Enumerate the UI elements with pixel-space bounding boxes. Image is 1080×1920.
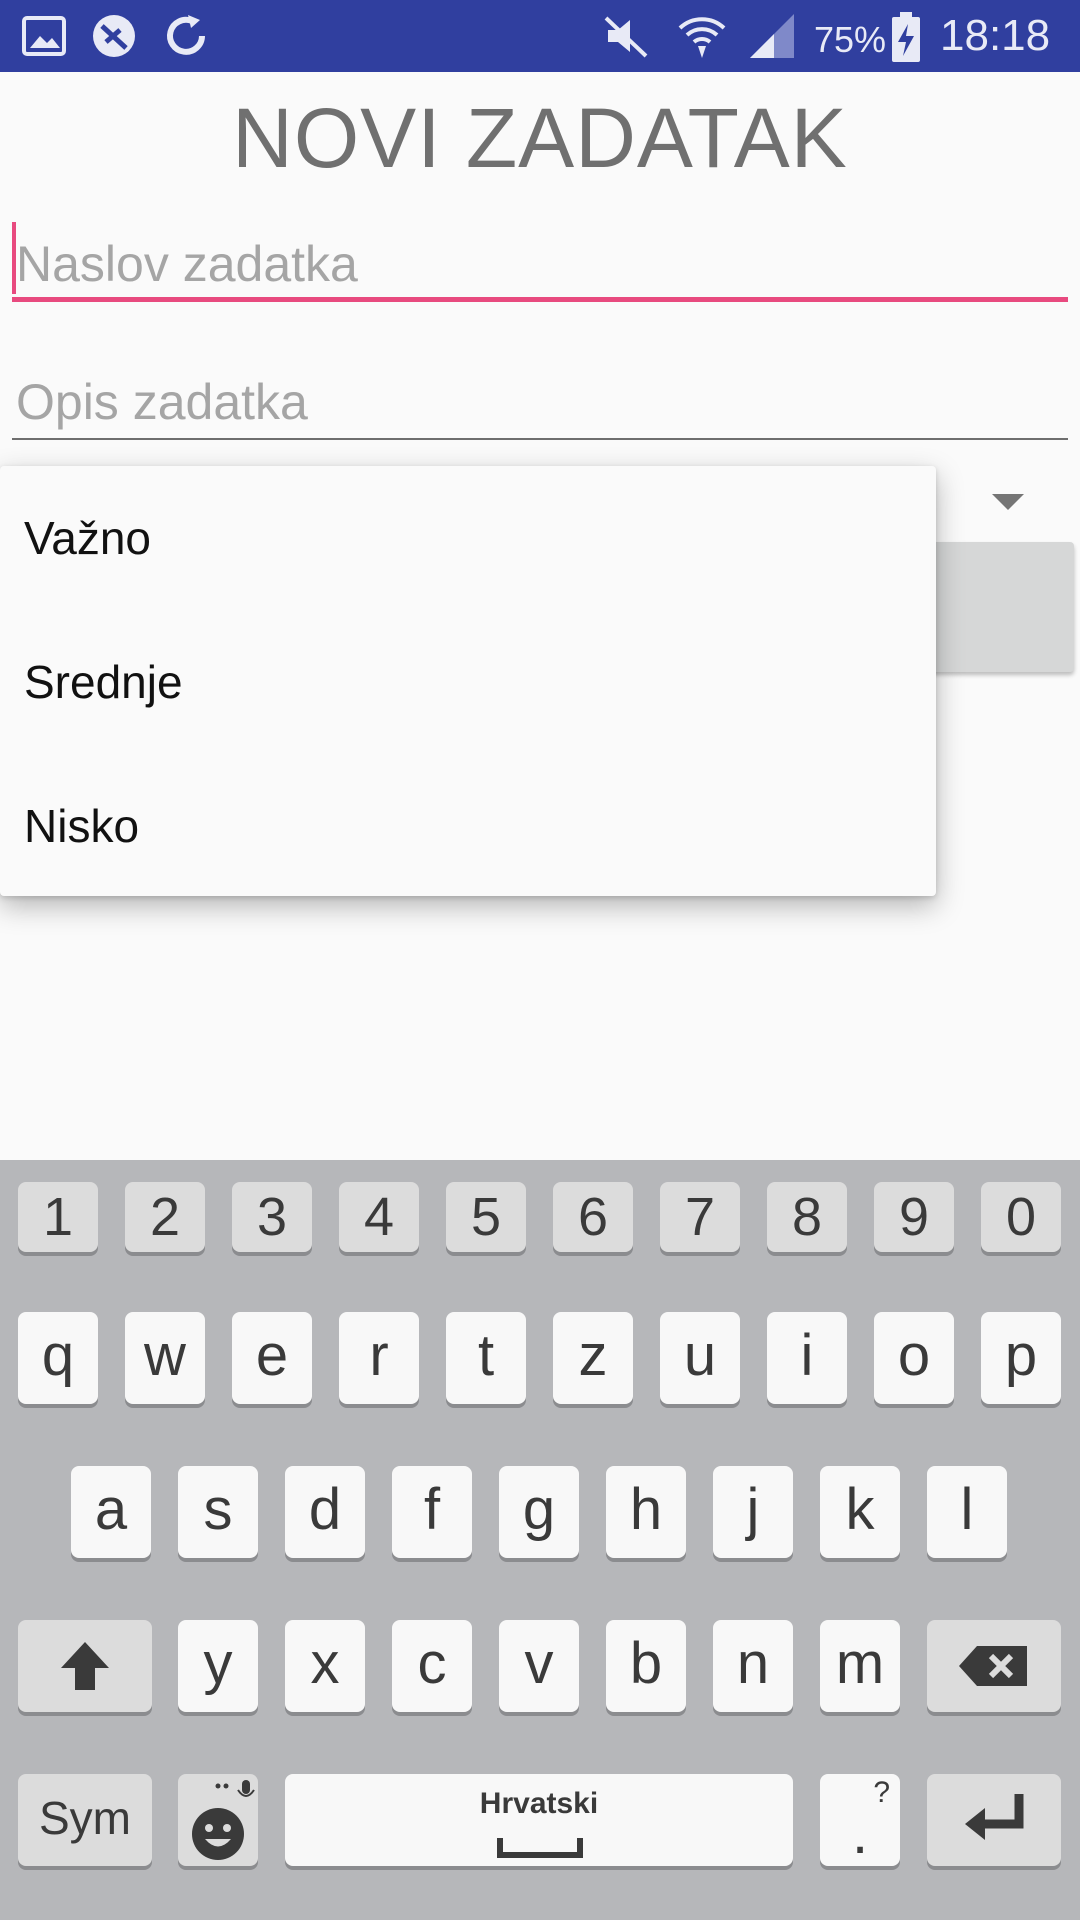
priority-dropdown: Važno Srednje Nisko <box>0 466 936 896</box>
shift-key[interactable] <box>18 1620 152 1712</box>
refresh-icon <box>162 12 210 60</box>
key-u[interactable]: u <box>660 1312 740 1404</box>
key-4[interactable]: 4 <box>339 1182 419 1252</box>
key-q[interactable]: q <box>18 1312 98 1404</box>
key-v[interactable]: v <box>499 1620 579 1712</box>
key-f[interactable]: f <box>392 1466 472 1558</box>
key-c[interactable]: c <box>392 1620 472 1712</box>
key-w[interactable]: w <box>125 1312 205 1404</box>
key-8[interactable]: 8 <box>767 1182 847 1252</box>
task-title-placeholder: Naslov zadatka <box>16 236 358 292</box>
key-n[interactable]: n <box>713 1620 793 1712</box>
microphone-icon <box>215 1780 255 1797</box>
key-h[interactable]: h <box>606 1466 686 1558</box>
key-9[interactable]: 9 <box>874 1182 954 1252</box>
task-description-input[interactable]: Opis zadatka <box>12 360 1068 440</box>
key-r[interactable]: r <box>339 1312 419 1404</box>
task-description-underline <box>12 438 1068 440</box>
priority-option-low[interactable]: Nisko <box>0 754 936 898</box>
space-key[interactable]: Hrvatski <box>285 1774 793 1866</box>
task-title-input[interactable]: Naslov zadatka <box>12 222 1068 302</box>
task-title-underline <box>12 297 1068 302</box>
key-t[interactable]: t <box>446 1312 526 1404</box>
period-key[interactable]: ? . <box>820 1774 900 1866</box>
soft-keyboard: 1 2 3 4 5 6 7 8 9 0 q w e r t z u i o p … <box>0 1160 1080 1920</box>
key-x[interactable]: x <box>285 1620 365 1712</box>
task-description-placeholder: Opis zadatka <box>16 374 308 430</box>
enter-icon <box>965 1794 1024 1840</box>
battery-percent: 75% <box>814 19 887 60</box>
mute-icon <box>600 12 648 60</box>
key-a[interactable]: a <box>71 1466 151 1558</box>
backspace-icon <box>959 1646 1027 1686</box>
emoji-key[interactable] <box>178 1774 258 1866</box>
wifi-icon <box>676 12 726 60</box>
priority-spinner-arrow-icon[interactable] <box>992 494 1024 510</box>
key-g[interactable]: g <box>499 1466 579 1558</box>
key-o[interactable]: o <box>874 1312 954 1404</box>
key-2[interactable]: 2 <box>125 1182 205 1252</box>
shift-icon <box>61 1642 109 1690</box>
key-j[interactable]: j <box>713 1466 793 1558</box>
key-d[interactable]: d <box>285 1466 365 1558</box>
period-key-label: . <box>851 1801 869 1866</box>
status-bar: 75% 18:18 <box>0 0 1080 72</box>
key-i[interactable]: i <box>767 1312 847 1404</box>
key-0[interactable]: 0 <box>981 1182 1061 1252</box>
key-m[interactable]: m <box>820 1620 900 1712</box>
sync-off-icon <box>90 12 138 60</box>
battery-charging-icon <box>890 12 922 62</box>
key-3[interactable]: 3 <box>232 1182 312 1252</box>
key-k[interactable]: k <box>820 1466 900 1558</box>
signal-icon <box>748 12 796 60</box>
enter-key[interactable] <box>927 1774 1061 1866</box>
gallery-icon <box>20 12 68 60</box>
key-l[interactable]: l <box>927 1466 1007 1558</box>
key-s[interactable]: s <box>178 1466 258 1558</box>
emoji-icon <box>192 1780 255 1860</box>
priority-option-medium[interactable]: Srednje <box>0 610 936 754</box>
key-y[interactable]: y <box>178 1620 258 1712</box>
key-z[interactable]: z <box>553 1312 633 1404</box>
key-7[interactable]: 7 <box>660 1182 740 1252</box>
backspace-key[interactable] <box>927 1620 1061 1712</box>
key-p[interactable]: p <box>981 1312 1061 1404</box>
space-bar-icon <box>497 1838 583 1858</box>
key-5[interactable]: 5 <box>446 1182 526 1252</box>
symbols-key[interactable]: Sym <box>18 1774 152 1866</box>
clock: 18:18 <box>940 11 1051 60</box>
key-b[interactable]: b <box>606 1620 686 1712</box>
page-title: NOVI ZADATAK <box>232 91 848 185</box>
key-1[interactable]: 1 <box>18 1182 98 1252</box>
key-e[interactable]: e <box>232 1312 312 1404</box>
key-6[interactable]: 6 <box>553 1182 633 1252</box>
space-key-language-label: Hrvatski <box>479 1787 599 1820</box>
priority-option-important[interactable]: Važno <box>0 466 936 610</box>
